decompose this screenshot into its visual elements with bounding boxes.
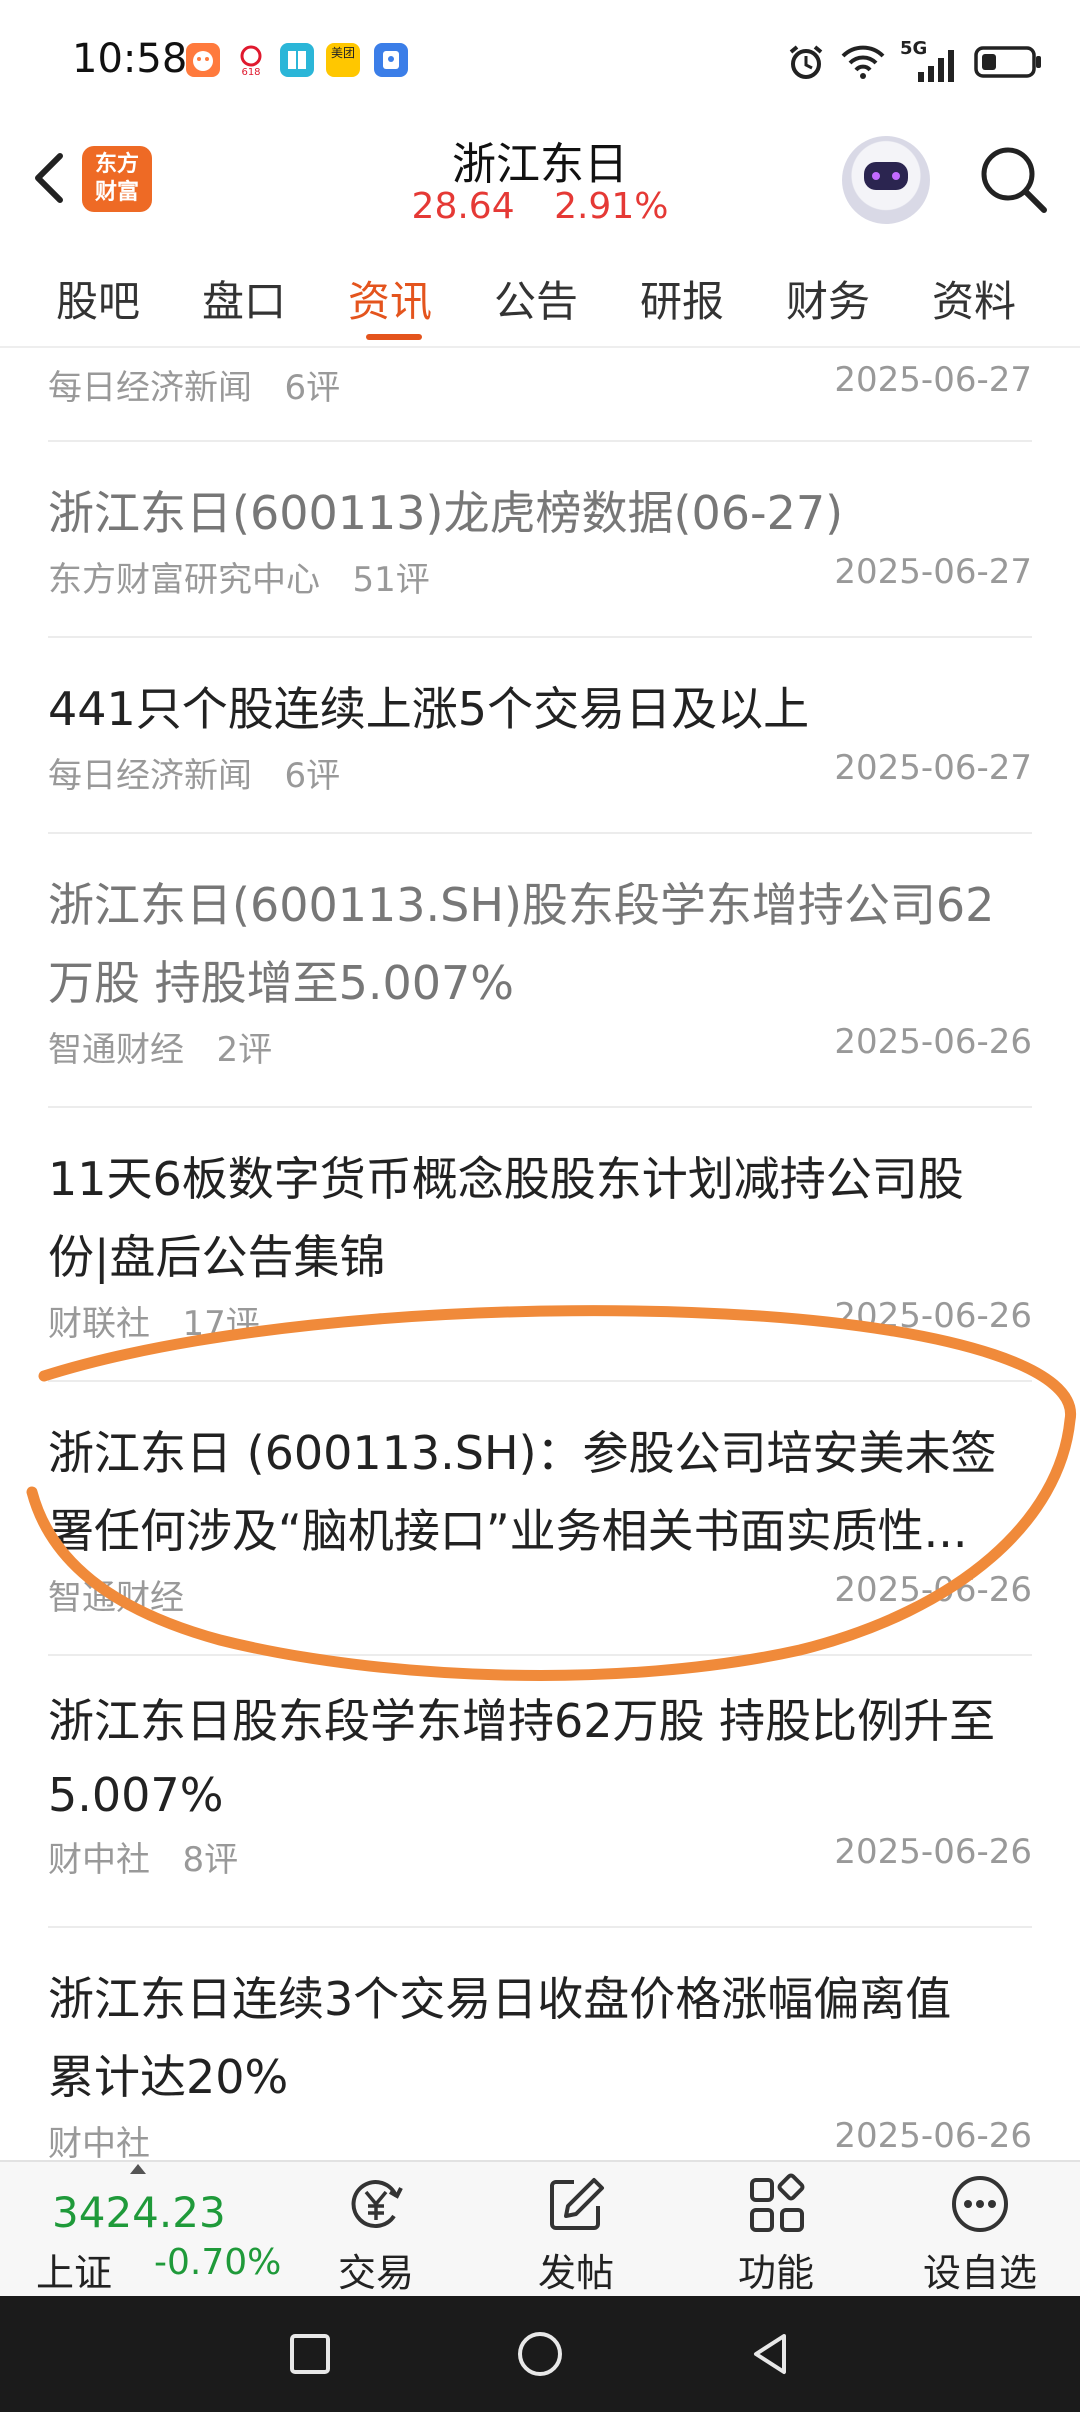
divider	[48, 1926, 1032, 1928]
news-meta: 财中社 2025-06-26	[48, 2116, 1032, 2160]
news-title: 11天6板数字货币概念股股东计划减持公司股 份|盘后公告集锦	[48, 1152, 964, 1284]
news-date: 2025-06-26	[834, 1296, 1032, 1336]
trade-label: 交易	[337, 2251, 414, 2295]
tab-news[interactable]: 资讯	[348, 268, 432, 329]
news-date: 2025-06-26	[834, 1570, 1032, 1610]
news-meta: 财中社 8评 2025-06-26	[48, 1832, 1032, 1882]
jd-618-icon: 618	[234, 43, 268, 77]
add-watchlist-button[interactable]: 设自选	[900, 2172, 1060, 2295]
divider	[48, 832, 1032, 834]
trade-button[interactable]: 交易	[296, 2172, 456, 2295]
tab-active-indicator	[366, 334, 422, 340]
index-change[interactable]: -0.70%	[154, 2242, 281, 2283]
news-source: 每日经济新闻 6评	[48, 756, 341, 796]
news-source: 智通财经	[48, 1578, 184, 1618]
reader-icon	[280, 43, 314, 77]
news-item[interactable]: 11天6板数字货币概念股股东计划减持公司股 份|盘后公告集锦 财联社 17评 2…	[48, 1140, 1032, 1346]
news-item[interactable]: 441只个股连续上涨5个交易日及以上 每日经济新闻 6评 2025-06-27	[48, 670, 1032, 798]
news-title: 441只个股连续上涨5个交易日及以上	[48, 682, 810, 736]
tab-bar: 股吧 盘口 资讯 公告 研报 财务 资料	[0, 244, 1080, 348]
news-meta: 智通财经 2评 2025-06-26	[48, 1022, 1032, 1072]
functions-button[interactable]: 功能	[696, 2172, 856, 2295]
news-meta: 智通财经 2025-06-26	[48, 1570, 1032, 1620]
tab-guba[interactable]: 股吧	[56, 268, 140, 329]
search-icon	[981, 147, 1047, 213]
news-item[interactable]: 浙江东日(600113)龙虎榜数据(06-27) 东方财富研究中心 51评 20…	[48, 474, 1032, 602]
index-value[interactable]: 3424.23	[52, 2188, 226, 2237]
tab-research[interactable]: 研报	[640, 268, 724, 329]
divider	[48, 440, 1032, 442]
stock-price: 28.64	[411, 186, 515, 227]
news-date: 2025-06-27	[834, 360, 1032, 400]
tab-finance[interactable]: 财务	[786, 268, 870, 329]
news-meta: 每日经济新闻 6评 2025-06-27	[48, 748, 1032, 798]
news-meta: 东方财富研究中心 51评 2025-06-27	[48, 552, 1032, 602]
home-circle-icon[interactable]	[514, 2328, 566, 2380]
news-title: 浙江东日股东段学东增持62万股 持股比例升至 5.007%	[48, 1694, 996, 1822]
index-name[interactable]: 上证	[36, 2242, 112, 2297]
news-date: 2025-06-26	[834, 2116, 1032, 2156]
signal-icon: 5G	[900, 38, 960, 82]
post-edit-icon	[550, 2178, 604, 2230]
news-title: 浙江东日 (600113.SH)：参股公司培安美未签 署任何涉及“脑机接口”业务…	[48, 1426, 997, 1558]
taobao-icon	[186, 43, 220, 77]
back-triangle-icon[interactable]	[744, 2328, 796, 2380]
news-source: 财联社 17评	[48, 1304, 260, 1344]
battery-icon	[974, 46, 1041, 78]
tab-pankou[interactable]: 盘口	[202, 268, 286, 329]
bottom-nav: 3424.23 上证 -0.70% 交易 发帖 功能 设自选	[0, 2160, 1080, 2296]
divider	[48, 1106, 1032, 1108]
stock-change-pct: 2.91%	[554, 186, 669, 227]
news-source: 每日经济新闻 6评	[48, 368, 341, 408]
search-button[interactable]	[974, 140, 1054, 220]
recents-square-icon[interactable]	[284, 2328, 336, 2380]
news-title: 浙江东日连续3个交易日收盘价格涨幅偏离值 累计达20%	[48, 1972, 952, 2104]
news-item-highlighted[interactable]: 浙江东日 (600113.SH)：参股公司培安美未签 署任何涉及“脑机接口”业务…	[48, 1414, 1032, 1620]
news-source: 智通财经 2评	[48, 1030, 273, 1070]
divider	[48, 1380, 1032, 1382]
trade-yen-icon	[351, 2180, 403, 2229]
news-source: 财中社 8评	[48, 1840, 239, 1880]
functions-label: 功能	[737, 2251, 814, 2295]
system-navigation-bar	[0, 2296, 1080, 2412]
wifi-icon	[841, 45, 885, 79]
news-meta: 财联社 17评 2025-06-26	[48, 1296, 1032, 1346]
more-dots-icon	[952, 2176, 1008, 2232]
tab-announcements[interactable]: 公告	[494, 268, 578, 329]
news-list: 每日经济新闻 6评 2025-06-27 浙江东日(600113)龙虎榜数据(0…	[0, 350, 1080, 2160]
alarm-icon	[789, 45, 823, 79]
news-source: 东方财富研究中心 51评	[48, 560, 430, 600]
add-watchlist-label: 设自选	[922, 2251, 1037, 2295]
news-date: 2025-06-27	[834, 552, 1032, 592]
news-date: 2025-06-26	[834, 1022, 1032, 1062]
news-item[interactable]: 浙江东日(600113.SH)股东段学东增持公司62 万股 持股增至5.007%…	[48, 866, 1032, 1072]
divider	[48, 1654, 1032, 1656]
tab-profile[interactable]: 资料	[932, 268, 1016, 329]
meituan-icon: 美团	[326, 43, 360, 77]
status-time: 10:58	[72, 36, 188, 82]
news-date: 2025-06-27	[834, 748, 1032, 788]
news-item[interactable]: 浙江东日连续3个交易日收盘价格涨幅偏离值 累计达20% 财中社 2025-06-…	[48, 1960, 1032, 2160]
news-title: 浙江东日(600113)龙虎榜数据(06-27)	[48, 486, 844, 540]
news-title: 浙江东日(600113.SH)股东段学东增持公司62 万股 持股增至5.007%	[48, 878, 995, 1010]
app-icon	[374, 43, 408, 77]
news-meta: 每日经济新闻 6评 2025-06-27	[48, 360, 1032, 410]
news-item[interactable]: 每日经济新闻 6评 2025-06-27	[48, 360, 1032, 410]
grid-functions-icon	[750, 2173, 805, 2232]
caret-up-icon	[130, 2164, 146, 2174]
post-button[interactable]: 发帖	[496, 2172, 656, 2295]
status-bar: 10:58 618 美团 5G	[0, 0, 1080, 126]
divider	[48, 636, 1032, 638]
news-date: 2025-06-26	[834, 1832, 1032, 1872]
svg-text:618: 618	[241, 67, 260, 77]
news-source: 财中社	[48, 2124, 150, 2160]
post-label: 发帖	[537, 2251, 614, 2295]
robot-assistant-icon[interactable]	[842, 136, 930, 224]
news-item[interactable]: 浙江东日股东段学东增持62万股 持股比例升至 5.007% 财中社 8评 202…	[48, 1684, 1032, 1882]
status-icons: 5G	[786, 38, 1044, 84]
